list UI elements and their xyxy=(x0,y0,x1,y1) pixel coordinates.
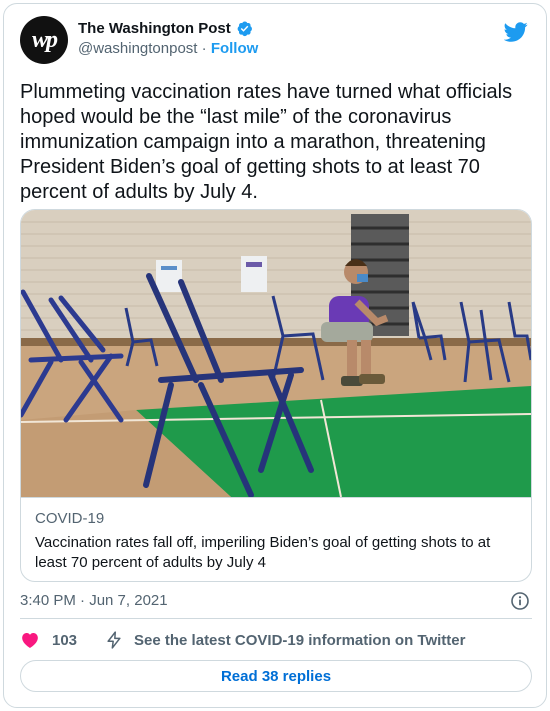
like-count: 103 xyxy=(52,631,78,649)
display-name[interactable]: The Washington Post xyxy=(78,20,231,37)
like-button[interactable]: 103 xyxy=(20,630,77,650)
avatar[interactable]: wp xyxy=(20,16,68,64)
info-icon[interactable] xyxy=(510,591,530,611)
timestamp[interactable]: 3:40 PM · Jun 7, 2021 xyxy=(20,592,168,609)
lightning-icon xyxy=(107,631,121,649)
author-block: The Washington Post @washingtonpost · Fo… xyxy=(78,20,258,57)
read-replies-button[interactable]: Read 38 replies xyxy=(20,660,532,692)
link-domain: COVID-19 xyxy=(35,510,105,527)
covid-info-text: See the latest COVID-19 information on T… xyxy=(134,631,466,649)
heart-icon xyxy=(22,633,38,648)
link-title: Vaccination rates fall off, imperiling B… xyxy=(35,534,491,571)
tweet-text: Plummeting vaccination rates have turned… xyxy=(20,81,513,203)
covid-info-link[interactable]: See the latest COVID-19 information on T… xyxy=(104,630,465,650)
tweet-card: wp The Washington Post @washingtonpost ·… xyxy=(3,3,547,708)
handle[interactable]: @washingtonpost xyxy=(78,40,197,57)
action-bar: 103 See the latest COVID-19 information … xyxy=(20,629,532,651)
tweet-header: wp The Washington Post @washingtonpost ·… xyxy=(20,16,530,66)
link-card[interactable]: COVID-19 Vaccination rates fall off, imp… xyxy=(20,209,532,582)
link-info[interactable]: COVID-19 Vaccination rates fall off, imp… xyxy=(21,497,531,581)
tweet-meta: 3:40 PM · Jun 7, 2021 xyxy=(20,590,532,612)
divider xyxy=(20,618,532,619)
verified-badge-icon xyxy=(237,21,252,37)
follow-button[interactable]: Follow xyxy=(211,40,259,57)
separator: · xyxy=(201,40,207,57)
twitter-bird-icon[interactable] xyxy=(504,20,528,44)
vaccination-site-photo[interactable] xyxy=(21,210,531,497)
